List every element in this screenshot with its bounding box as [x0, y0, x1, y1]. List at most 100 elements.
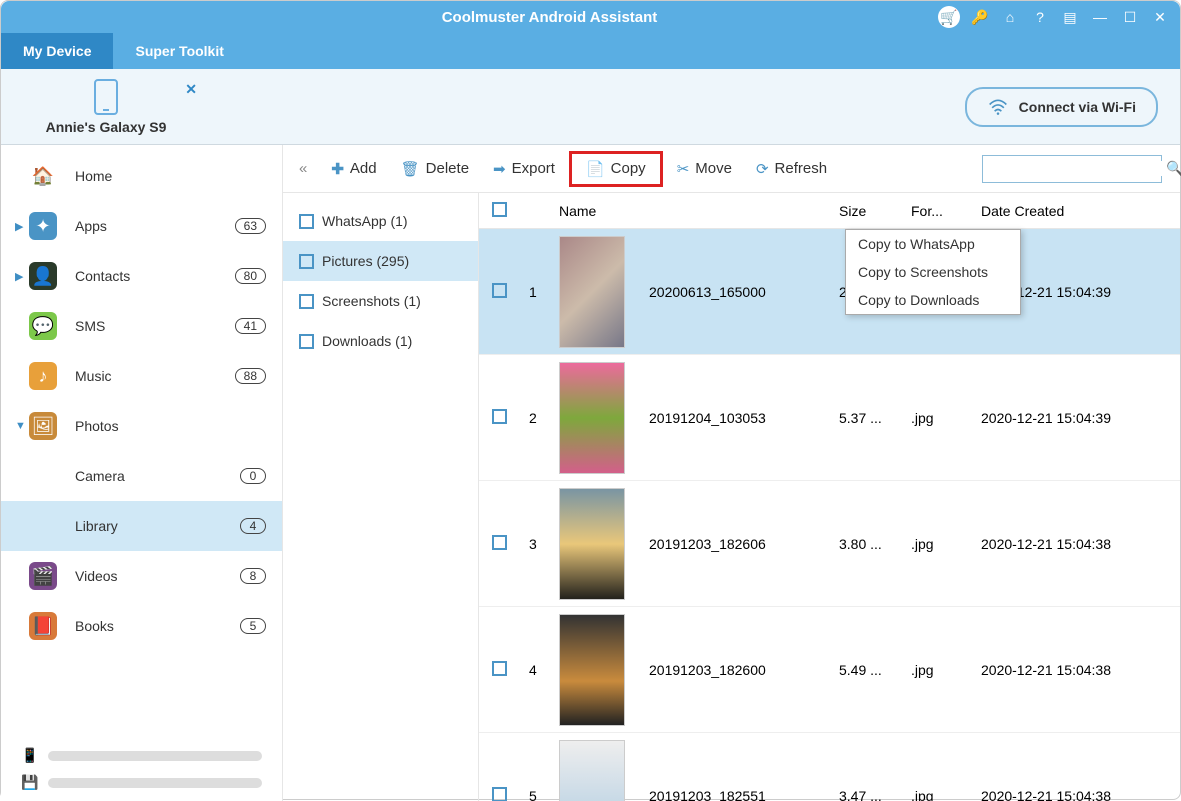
search-input[interactable] [989, 161, 1166, 176]
file-format: .jpg [901, 536, 971, 552]
add-button[interactable]: ✚Add [321, 156, 386, 182]
file-format: .jpg [901, 788, 971, 801]
count-badge: 80 [235, 268, 266, 284]
copy-dropdown: Copy to WhatsApp Copy to Screenshots Cop… [845, 229, 1021, 315]
close-device-icon[interactable]: ✕ [185, 81, 197, 98]
sidebar-item-videos[interactable]: 🎬 Videos 8 [1, 551, 282, 601]
count-badge: 63 [235, 218, 266, 234]
phone-icon [94, 79, 118, 115]
count-badge: 8 [240, 568, 266, 584]
col-date[interactable]: Date Created [971, 203, 1151, 219]
row-index: 5 [519, 788, 549, 801]
file-date: 2020-12-21 15:04:38 [971, 662, 1151, 678]
connect-wifi-button[interactable]: Connect via Wi-Fi [965, 87, 1158, 127]
row-index: 1 [519, 284, 549, 300]
device-tab[interactable]: ✕ Annie's Galaxy S9 [11, 79, 201, 135]
row-checkbox[interactable] [492, 409, 507, 424]
delete-button[interactable]: 🗑Delete [391, 156, 479, 182]
checkbox[interactable] [299, 254, 314, 269]
refresh-icon: ⟳ [756, 160, 769, 178]
sidebar-item-apps[interactable]: ▶ ✦ Apps 63 [1, 201, 282, 251]
count-badge: 88 [235, 368, 266, 384]
move-button[interactable]: ✂Move [667, 156, 742, 182]
sidebar-item-books[interactable]: 📕 Books 5 [1, 601, 282, 651]
folder-screenshots[interactable]: Screenshots (1) [283, 281, 478, 321]
table-row[interactable]: 520191203_1825513.47 ....jpg2020-12-21 1… [479, 733, 1180, 801]
file-date: 2020-12-21 15:04:39 [971, 410, 1151, 426]
main-tabbar: My Device Super Toolkit [1, 33, 1180, 69]
table-row[interactable]: 120200613_1650002.44 ....jpg2020-12-21 1… [479, 229, 1180, 355]
chevrons-left-icon: « [299, 160, 307, 177]
sidebar-item-photos[interactable]: ▼ 🖼 Photos [1, 401, 282, 451]
row-checkbox[interactable] [492, 787, 507, 801]
folder-pictures[interactable]: Pictures (295) [283, 241, 478, 281]
cart-icon[interactable]: 🛒 [938, 6, 960, 28]
col-format[interactable]: For... [901, 203, 971, 219]
refresh-button[interactable]: ⟳Refresh [746, 156, 837, 182]
file-name: 20200613_165000 [639, 284, 829, 300]
tab-my-device[interactable]: My Device [1, 33, 113, 69]
expand-icon[interactable]: ▶ [15, 220, 23, 233]
col-name[interactable]: Name [549, 203, 639, 219]
minimize-icon[interactable]: — [1090, 9, 1110, 25]
books-icon: 📕 [29, 612, 57, 640]
videos-icon: 🎬 [29, 562, 57, 590]
row-checkbox[interactable] [492, 535, 507, 550]
back-button[interactable]: « [289, 156, 317, 181]
row-index: 3 [519, 536, 549, 552]
maximize-icon[interactable]: ☐ [1120, 9, 1140, 26]
file-size: 3.47 ... [829, 788, 901, 801]
app-title: Coolmuster Android Assistant [161, 9, 938, 26]
search-icon[interactable]: 🔍 [1166, 160, 1181, 177]
plus-icon: ✚ [331, 160, 344, 178]
row-checkbox[interactable] [492, 661, 507, 676]
sidebar-item-home[interactable]: 🏠 Home [1, 151, 282, 201]
photo-table: Name Size For... Date Created Copy to Wh… [479, 193, 1180, 801]
row-checkbox[interactable] [492, 283, 507, 298]
checkbox[interactable] [299, 214, 314, 229]
table-row[interactable]: 420191203_1826005.49 ....jpg2020-12-21 1… [479, 607, 1180, 733]
sms-icon: 💬 [29, 312, 57, 340]
col-size[interactable]: Size [829, 203, 901, 219]
title-bar: Coolmuster Android Assistant 🛒 🔑 ⌂ ? ▤ —… [1, 1, 1180, 33]
trash-icon: 🗑 [401, 160, 420, 178]
row-index: 2 [519, 410, 549, 426]
export-button[interactable]: ➡Export [483, 156, 565, 182]
key-icon[interactable]: 🔑 [970, 9, 990, 26]
photos-icon: 🖼 [29, 412, 57, 440]
expand-icon[interactable]: ▼ [15, 420, 26, 432]
folder-downloads[interactable]: Downloads (1) [283, 321, 478, 361]
copy-to-downloads[interactable]: Copy to Downloads [846, 286, 1020, 314]
copy-to-whatsapp[interactable]: Copy to WhatsApp [846, 230, 1020, 258]
home-icon: 🏠 [29, 162, 57, 190]
checkbox[interactable] [299, 294, 314, 309]
table-row[interactable]: 320191203_1826063.80 ....jpg2020-12-21 1… [479, 481, 1180, 607]
checkbox[interactable] [299, 334, 314, 349]
phone-storage-meter: 📱 [21, 747, 262, 764]
sidebar-item-library[interactable]: Library 4 [1, 501, 282, 551]
file-format: .jpg [901, 410, 971, 426]
count-badge: 0 [240, 468, 266, 484]
file-date: 2020-12-21 15:04:38 [971, 788, 1151, 801]
tab-super-toolkit[interactable]: Super Toolkit [113, 33, 245, 69]
file-size: 5.37 ... [829, 410, 901, 426]
select-all-checkbox[interactable] [492, 202, 507, 217]
folder-whatsapp[interactable]: WhatsApp (1) [283, 201, 478, 241]
sidebar-item-camera[interactable]: Camera 0 [1, 451, 282, 501]
close-icon[interactable]: ✕ [1150, 9, 1170, 26]
device-header: ✕ Annie's Galaxy S9 Connect via Wi-Fi [1, 69, 1180, 145]
expand-icon[interactable]: ▶ [15, 270, 23, 283]
sidebar-item-sms[interactable]: 💬 SMS 41 [1, 301, 282, 351]
sd-storage-meter: 💾 [21, 774, 262, 791]
thumbnail [559, 488, 625, 600]
table-row[interactable]: 220191204_1030535.37 ....jpg2020-12-21 1… [479, 355, 1180, 481]
copy-to-screenshots[interactable]: Copy to Screenshots [846, 258, 1020, 286]
help-icon[interactable]: ? [1030, 9, 1050, 25]
search-box[interactable]: 🔍 [982, 155, 1162, 183]
feedback-icon[interactable]: ▤ [1060, 9, 1080, 26]
copy-button[interactable]: 📄Copy [569, 151, 663, 187]
sidebar-item-contacts[interactable]: ▶ 👤 Contacts 80 [1, 251, 282, 301]
count-badge: 4 [240, 518, 266, 534]
sidebar-item-music[interactable]: ♪ Music 88 [1, 351, 282, 401]
home-icon[interactable]: ⌂ [1000, 9, 1020, 25]
